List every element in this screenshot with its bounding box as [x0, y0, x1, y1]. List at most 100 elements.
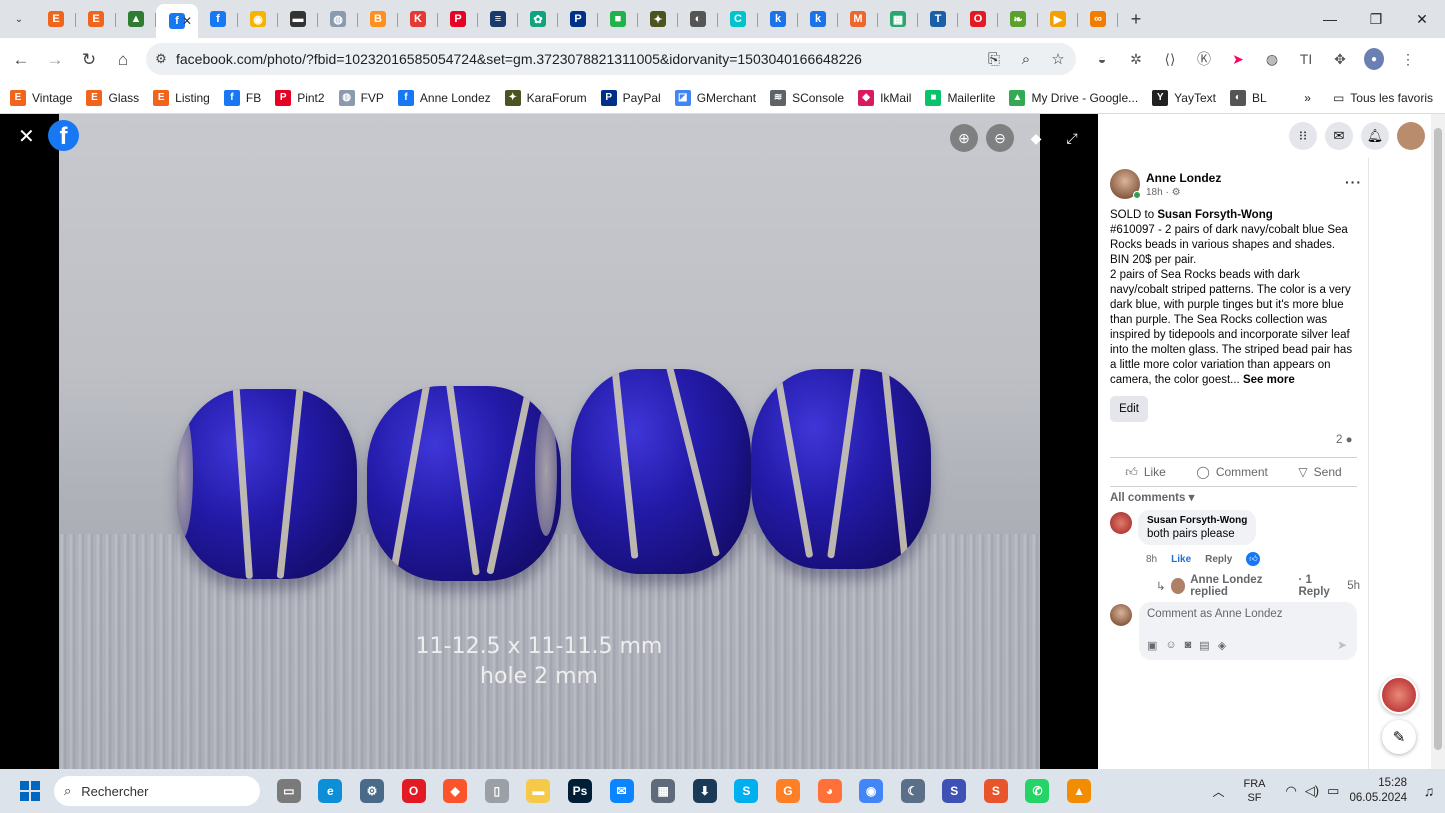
browser-tab[interactable]: ❧	[998, 4, 1038, 34]
bookmark-item[interactable]: P PayPal	[600, 89, 661, 106]
browser-tab[interactable]: k	[758, 4, 798, 34]
close-window-button[interactable]: ✕	[1399, 0, 1445, 38]
bookmark-item[interactable]: ■ Mailerlite	[925, 89, 995, 106]
install-app-icon[interactable]: ⎘	[984, 48, 1004, 70]
account-avatar[interactable]	[1397, 122, 1425, 150]
comment-reply-button[interactable]: Reply	[1205, 554, 1232, 565]
bookmark-item[interactable]: E Glass	[86, 89, 139, 106]
extensions-puzzle-icon[interactable]: ✥	[1330, 48, 1350, 70]
chat-head-avatar[interactable]	[1380, 676, 1418, 714]
browser-tab[interactable]: E	[76, 4, 116, 34]
more-options-icon[interactable]: ···	[1345, 174, 1362, 190]
panel-scrollbar[interactable]	[1431, 114, 1445, 769]
close-viewer-icon[interactable]: ✕	[18, 124, 35, 149]
tab-search-button[interactable]: ⌄	[8, 8, 30, 30]
author-avatar[interactable]	[1110, 169, 1141, 199]
comment-count[interactable]: 2 ●	[1336, 434, 1353, 446]
bookmark-item[interactable]: E Vintage	[10, 89, 72, 106]
extension-code-icon[interactable]: ⟨⟩	[1160, 48, 1180, 70]
new-tab-button[interactable]: +	[1122, 9, 1150, 30]
clock[interactable]: 15:28 06.05.2024	[1349, 776, 1407, 806]
browser-tab[interactable]: ≡	[478, 4, 518, 34]
new-message-icon[interactable]: ✎	[1382, 720, 1416, 754]
maximize-button[interactable]: ❐	[1353, 0, 1399, 38]
post-time[interactable]: 18h · ⚙	[1146, 187, 1221, 198]
send-button[interactable]: ▽ Send	[1298, 465, 1341, 479]
extension-mask-icon[interactable]: ◒	[1092, 48, 1112, 70]
browser-tab[interactable]: C	[718, 4, 758, 34]
taskbar-app[interactable]: ▲	[1058, 771, 1100, 811]
browser-tab[interactable]: ▬	[278, 4, 318, 34]
all-comments-filter[interactable]: All comments ▾	[1110, 490, 1194, 504]
browser-tab[interactable]: ∞	[1078, 4, 1118, 34]
messenger-icon[interactable]: ✉	[1325, 122, 1353, 150]
browser-tab[interactable]: P	[558, 4, 598, 34]
taskbar-app[interactable]: ⚙	[351, 771, 393, 811]
comment-button[interactable]: ◯ Comment	[1196, 465, 1267, 479]
browser-tab[interactable]: ▶	[1038, 4, 1078, 34]
commenter-avatar[interactable]	[1110, 512, 1132, 534]
taskbar-app[interactable]: Ps	[559, 771, 601, 811]
zoom-in-icon[interactable]: ⊕	[950, 124, 978, 152]
bookmark-item[interactable]: Y YayText	[1152, 89, 1216, 106]
browser-tab[interactable]: k	[798, 4, 838, 34]
taskbar-app[interactable]: G	[767, 771, 809, 811]
extension-text-icon[interactable]: TI	[1296, 48, 1316, 70]
bookmark-item[interactable]: f Anne Londez	[397, 89, 491, 106]
browser-tab[interactable]: P	[438, 4, 478, 34]
taskbar-app[interactable]: ◕	[809, 771, 851, 811]
comment-time[interactable]: 8h	[1146, 554, 1157, 565]
taskbar-app[interactable]: ⬇	[684, 771, 726, 811]
language-indicator[interactable]: FRA SF	[1233, 777, 1275, 805]
reply-summary[interactable]: ↳ Anne Londez replied · 1 Reply 5h	[1156, 574, 1360, 598]
forward-button[interactable]: →	[38, 43, 72, 77]
home-button[interactable]: ⌂	[106, 43, 140, 77]
emoji-icon[interactable]: ☺	[1165, 639, 1176, 652]
start-button[interactable]	[10, 771, 50, 811]
profile-avatar[interactable]: ●	[1364, 48, 1384, 70]
tray-overflow-icon[interactable]: ︿	[1203, 783, 1233, 800]
address-bar[interactable]: ⚙ facebook.com/photo/?fbid=1023201658505…	[146, 43, 1076, 75]
taskbar-app[interactable]: ▭	[268, 771, 310, 811]
see-more-link[interactable]: See more	[1243, 374, 1295, 386]
extension-toggle-icon[interactable]: ◍	[1262, 48, 1282, 70]
browser-tab[interactable]: M	[838, 4, 878, 34]
browser-tab[interactable]: ✦	[638, 4, 678, 34]
bookmark-item[interactable]: ≋ SConsole	[770, 89, 844, 106]
zoom-out-icon[interactable]: ⊖	[986, 124, 1014, 152]
bookmark-item[interactable]: ▲ My Drive - Google...	[1009, 89, 1138, 106]
browser-tab[interactable]: B	[358, 4, 398, 34]
scrollbar-thumb[interactable]	[1434, 128, 1442, 750]
bookmark-item[interactable]: ◐ BL	[1229, 89, 1267, 106]
browser-tab[interactable]: f ✕	[156, 4, 198, 38]
browser-tab[interactable]: K	[398, 4, 438, 34]
bookmark-item[interactable]: ◪ GMerchant	[674, 89, 756, 106]
bookmark-item[interactable]: ✦ KaraForum	[504, 89, 587, 106]
back-button[interactable]: ←	[4, 43, 38, 77]
bookmark-item[interactable]: ◆ IkMail	[858, 89, 911, 106]
taskbar-app[interactable]: S	[934, 771, 976, 811]
bookmarks-overflow-icon[interactable]: »	[1304, 91, 1311, 105]
edit-button[interactable]: Edit	[1110, 396, 1148, 422]
browser-tab[interactable]: ■	[598, 4, 638, 34]
send-comment-icon[interactable]: ➤	[1337, 638, 1347, 652]
browser-tab[interactable]: E	[36, 4, 76, 34]
author-name[interactable]: Anne Londez	[1146, 171, 1221, 185]
menu-grid-icon[interactable]: ⁝⁝	[1289, 122, 1317, 150]
taskbar-app[interactable]: ◉	[850, 771, 892, 811]
taskbar-app[interactable]: ▯	[476, 771, 518, 811]
taskbar-app[interactable]: ◆	[434, 771, 476, 811]
avatar-sticker-icon[interactable]: ◈	[1218, 639, 1226, 652]
zoom-icon[interactable]: ⌕	[1016, 48, 1036, 70]
taskbar-app[interactable]: S	[726, 771, 768, 811]
extension-k-icon[interactable]: Ⓚ	[1194, 48, 1214, 70]
commenter-name[interactable]: Susan Forsyth-Wong	[1147, 515, 1247, 526]
extension-gear-icon[interactable]: ✲	[1126, 48, 1146, 70]
camera-icon[interactable]: ◙	[1185, 639, 1192, 652]
bookmark-item[interactable]: P Pint2	[275, 89, 325, 106]
browser-tab[interactable]: O	[958, 4, 998, 34]
browser-tab[interactable]: ◍	[318, 4, 358, 34]
fullscreen-icon[interactable]: ⤢	[1058, 124, 1086, 152]
menu-dots-icon[interactable]: ⋮	[1398, 48, 1418, 70]
browser-tab[interactable]: f	[198, 4, 238, 34]
